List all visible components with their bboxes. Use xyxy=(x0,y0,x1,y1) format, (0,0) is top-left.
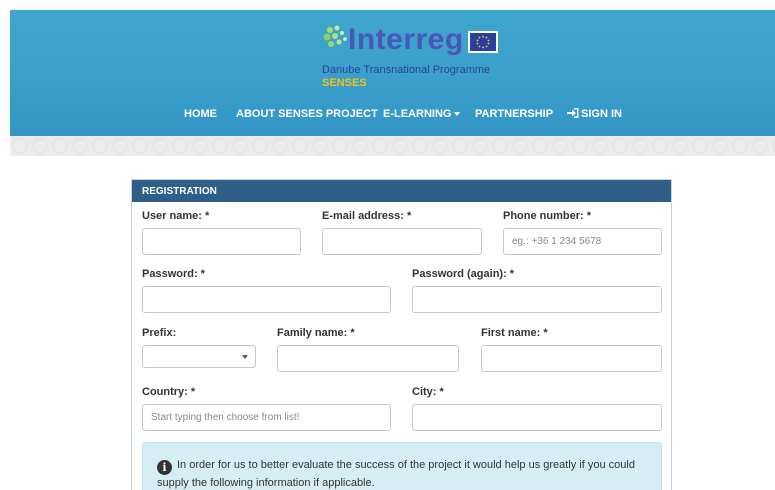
caret-down-icon xyxy=(454,112,461,117)
info-icon: i xyxy=(157,460,172,475)
eu-flag-icon xyxy=(468,31,498,53)
email-label: E-mail address: * xyxy=(322,210,412,222)
first-name-label: First name: * xyxy=(481,327,548,339)
logo-wordmark: Interreg xyxy=(348,23,464,56)
registration-panel: REGISTRATION User name: * E-mail address… xyxy=(131,179,672,490)
password-again-label: Password (again): * xyxy=(412,268,515,280)
sign-in-icon xyxy=(567,108,579,118)
password-label: Password: * xyxy=(142,268,205,280)
nav-partnership[interactable]: PARTNERSHIP xyxy=(475,108,553,120)
logo-project-name: SENSES xyxy=(322,77,367,89)
country-field[interactable]: Start typing then choose from list! xyxy=(142,404,391,431)
prefix-label: Prefix: xyxy=(142,327,177,339)
country-label: Country: * xyxy=(142,386,196,398)
nav-sign-in-label: SIGN IN xyxy=(581,108,622,120)
nav-sign-in[interactable]: SIGN IN xyxy=(567,108,622,120)
phone-field[interactable]: eg.: +36 1 234 5678 xyxy=(503,228,662,255)
info-alert: i In order for us to better evaluate the … xyxy=(142,442,662,490)
nav-e-learning-label: E-LEARNING xyxy=(383,108,452,120)
caret-down-icon xyxy=(242,355,248,359)
nav-home[interactable]: HOME xyxy=(184,108,217,120)
password-field[interactable] xyxy=(142,286,391,313)
site-header: Interreg Danube Transnational Programme … xyxy=(10,10,775,136)
city-field[interactable] xyxy=(412,404,662,431)
decorative-pattern-strip xyxy=(10,136,775,156)
logo-subtitle: Danube Transnational Programme xyxy=(322,64,491,76)
nav-e-learning[interactable]: E-LEARNING xyxy=(383,108,461,120)
prefix-select[interactable] xyxy=(142,345,256,368)
password-again-field[interactable] xyxy=(412,286,662,313)
email-field[interactable] xyxy=(322,228,482,255)
phone-label: Phone number: * xyxy=(503,210,592,222)
family-name-field[interactable] xyxy=(277,345,459,372)
first-name-field[interactable] xyxy=(481,345,662,372)
username-label: User name: * xyxy=(142,210,210,222)
family-name-label: Family name: * xyxy=(277,327,355,339)
registration-title: REGISTRATION xyxy=(132,180,671,202)
interreg-logo[interactable]: Interreg Danube Transnational Programme … xyxy=(312,16,512,96)
nav-about-senses-project[interactable]: ABOUT SENSES PROJECT xyxy=(236,108,378,120)
city-label: City: * xyxy=(412,386,444,398)
username-field[interactable] xyxy=(142,228,301,255)
info-text: In order for us to better evaluate the s… xyxy=(157,459,635,489)
main-nav: HOME ABOUT SENSES PROJECT E-LEARNING PAR… xyxy=(10,108,775,128)
